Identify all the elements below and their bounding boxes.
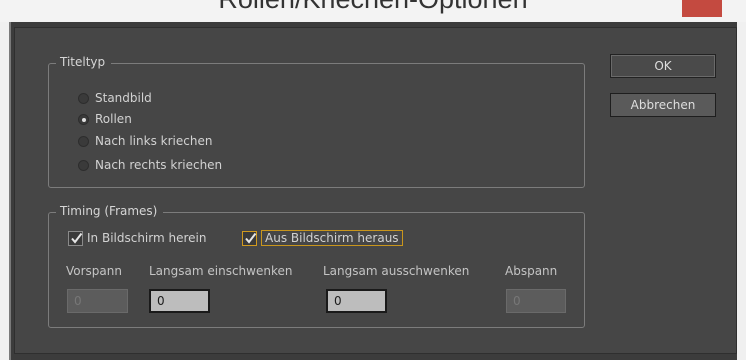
title-type-legend: Titeltyp bbox=[56, 55, 112, 69]
window-title: Rollen/Kriechen-Optionen bbox=[0, 0, 746, 15]
langsam-einschwenken-label: Langsam einschwenken bbox=[149, 264, 293, 278]
radio-standbild-label: Standbild bbox=[95, 91, 152, 105]
vorspann-input: 0 bbox=[67, 289, 128, 313]
checkmark-icon bbox=[71, 232, 83, 244]
radio-nach-rechts-button[interactable] bbox=[78, 159, 89, 171]
checkbox-aus-bildschirm-box[interactable] bbox=[242, 230, 257, 246]
radio-nach-links-button[interactable] bbox=[78, 135, 89, 147]
checkbox-in-bildschirm-label: In Bildschirm herein bbox=[87, 231, 207, 245]
radio-rollen-button[interactable] bbox=[78, 113, 89, 125]
langsam-einschwenken-input[interactable]: 0 bbox=[149, 289, 210, 313]
window-frame-right bbox=[737, 22, 746, 360]
checkbox-in-bildschirm-box[interactable] bbox=[68, 230, 83, 246]
radio-nach-links-kriechen[interactable]: Nach links kriechen bbox=[78, 131, 212, 151]
ok-button[interactable]: OK bbox=[610, 54, 716, 78]
langsam-ausschwenken-input[interactable]: 0 bbox=[326, 289, 387, 313]
close-button[interactable] bbox=[682, 0, 722, 17]
window-frame-edge bbox=[9, 22, 11, 360]
title-bar: Rollen/Kriechen-Optionen bbox=[0, 0, 746, 22]
radio-rollen-label: Rollen bbox=[95, 112, 132, 126]
radio-standbild[interactable]: Standbild bbox=[78, 88, 152, 108]
radio-nach-rechts-kriechen[interactable]: Nach rechts kriechen bbox=[78, 155, 222, 175]
cancel-button[interactable]: Abbrechen bbox=[610, 93, 716, 117]
radio-nach-links-label: Nach links kriechen bbox=[95, 134, 213, 148]
abspann-input: 0 bbox=[506, 289, 566, 313]
langsam-ausschwenken-label: Langsam ausschwenken bbox=[323, 264, 470, 278]
radio-nach-rechts-label: Nach rechts kriechen bbox=[95, 158, 223, 172]
radio-rollen[interactable]: Rollen bbox=[78, 109, 132, 129]
radio-standbild-button[interactable] bbox=[78, 92, 89, 104]
vorspann-label: Vorspann bbox=[66, 264, 122, 278]
checkmark-icon bbox=[245, 232, 257, 244]
abspann-label: Abspann bbox=[505, 264, 558, 278]
window-frame-left bbox=[0, 22, 9, 360]
checkbox-aus-bildschirm-label: Aus Bildschirm heraus bbox=[261, 230, 403, 246]
timing-legend: Timing (Frames) bbox=[56, 204, 164, 218]
checkbox-aus-bildschirm-heraus[interactable]: Aus Bildschirm heraus bbox=[242, 227, 403, 249]
checkbox-in-bildschirm-herein[interactable]: In Bildschirm herein bbox=[68, 227, 206, 249]
